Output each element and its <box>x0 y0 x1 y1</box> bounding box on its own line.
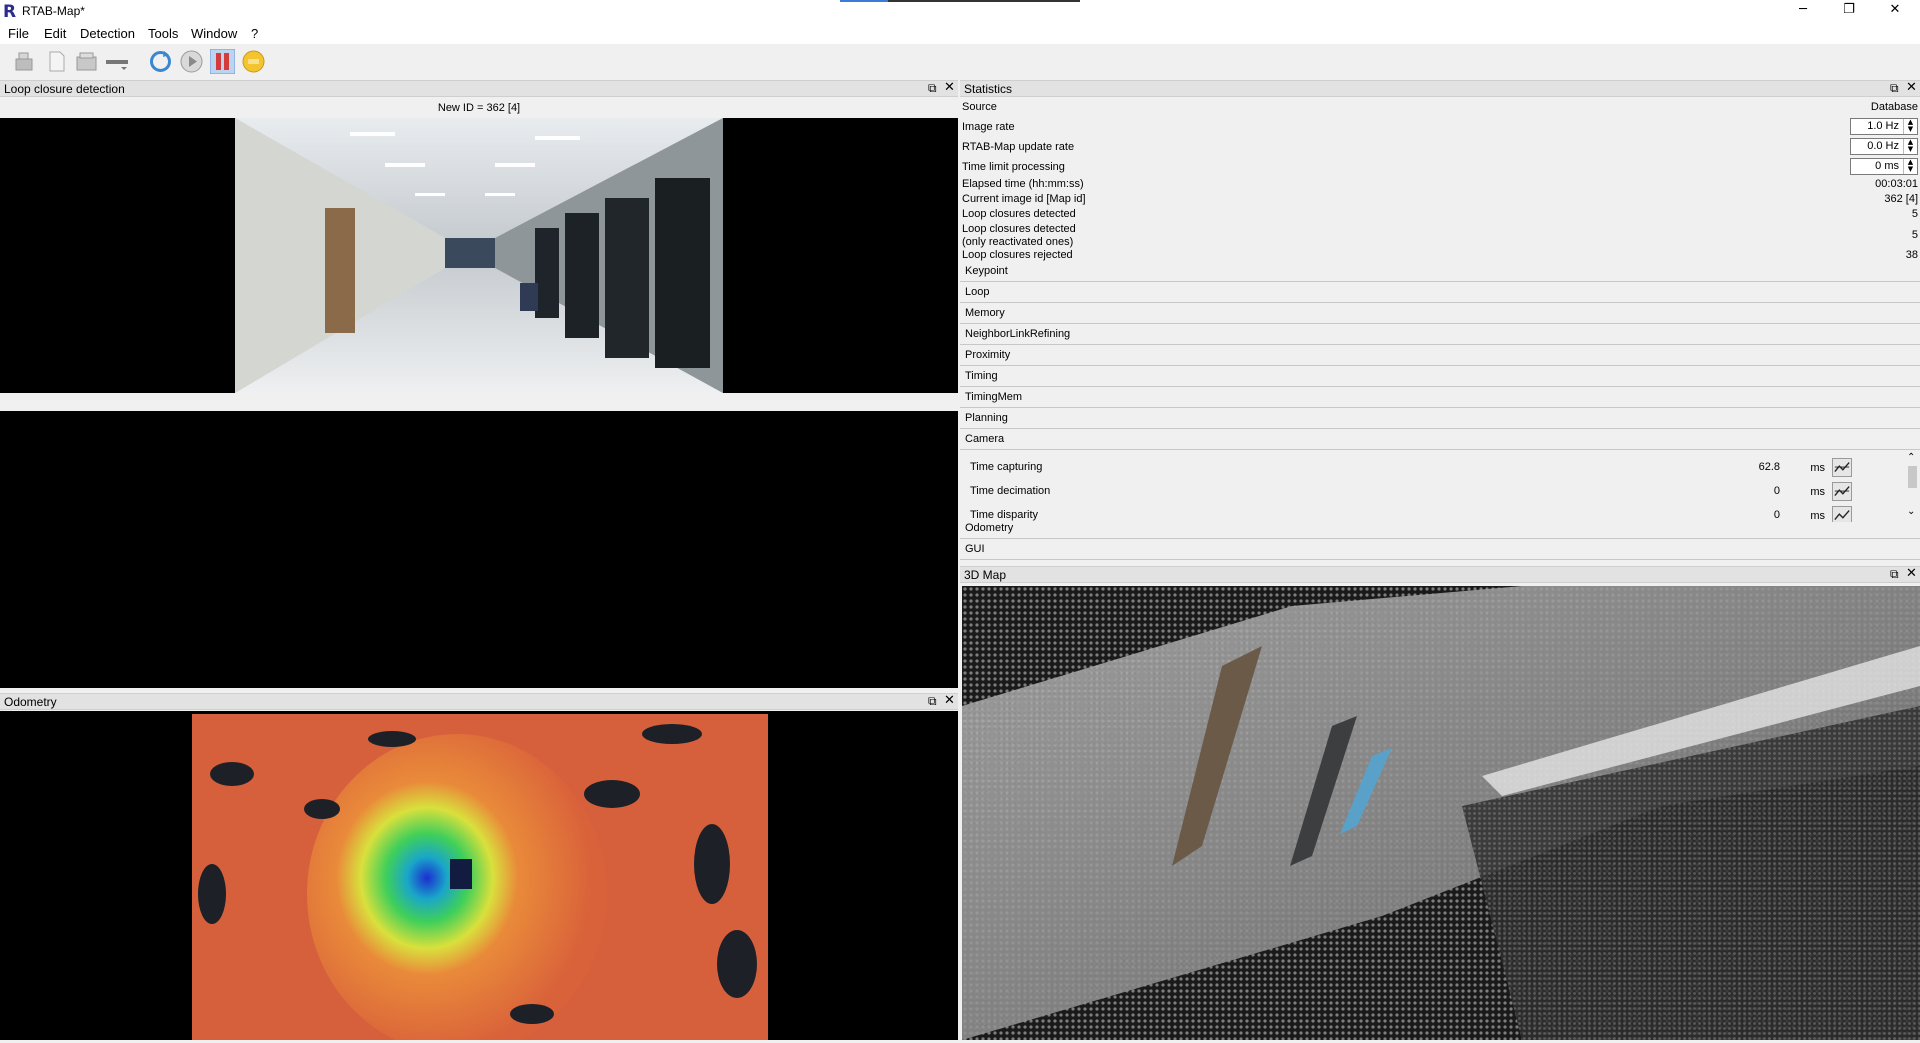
new-id-label: New ID = 362 [4] <box>0 98 958 118</box>
new-database-icon[interactable] <box>44 49 69 74</box>
float-dock-icon[interactable]: ⧉ <box>928 81 937 96</box>
section-gui[interactable]: GUI <box>960 539 1920 560</box>
camera-stats-list: Time capturing 62.8 ms Time decimation 0… <box>960 450 1920 522</box>
stat-update-rate: RTAB-Map update rate 0.0 Hz ▲ ▼ <box>962 138 1918 155</box>
stat-loops-detected: Loop closures detected 5 <box>962 208 1918 220</box>
play-icon[interactable] <box>179 49 204 74</box>
map3d-dock-title[interactable]: 3D Map ⧉ ✕ <box>960 566 1920 583</box>
float-dock-icon[interactable]: ⧉ <box>928 694 937 709</box>
plot-graph-icon[interactable] <box>1832 458 1852 477</box>
app-logo-icon: R <box>3 2 17 22</box>
stop-icon[interactable] <box>241 49 266 74</box>
menu-file[interactable]: File <box>8 26 29 41</box>
window-title: RTAB-Map* <box>22 4 85 18</box>
plot-graph-icon[interactable] <box>1832 482 1852 501</box>
section-proximity[interactable]: Proximity <box>960 345 1920 366</box>
section-keypoint[interactable]: Keypoint <box>960 261 1920 282</box>
statistics-dock-label: Statistics <box>964 82 1013 96</box>
point-cloud-render <box>962 586 1920 1040</box>
loop-closure-separator <box>0 393 958 411</box>
camera-list-scrollbar[interactable]: ⌃ ⌄ <box>1904 450 1920 522</box>
menu-window[interactable]: Window <box>191 26 237 41</box>
odometry-dock-label: Odometry <box>4 695 57 709</box>
loop-closure-dock-title[interactable]: Loop closure detection ⧉ ✕ <box>0 80 958 97</box>
plot-graph-icon[interactable] <box>1832 506 1852 522</box>
camera-item-time-capturing: Time capturing 62.8 ms <box>960 456 1920 480</box>
restore-button[interactable]: ❐ <box>1826 0 1872 22</box>
statistics-dock-title[interactable]: Statistics ⧉ ✕ <box>960 80 1920 97</box>
stat-elapsed-time: Elapsed time (hh:mm:ss) 00:03:01 <box>962 178 1918 190</box>
map3d-view[interactable] <box>962 586 1920 1040</box>
map3d-dock-label: 3D Map <box>964 568 1007 582</box>
float-dock-icon[interactable]: ⧉ <box>1890 567 1899 582</box>
title-bar: R RTAB-Map* ─ ❐ ✕ <box>0 0 1920 23</box>
time-limit-spinbox[interactable]: 0 ms ▲ ▼ <box>1850 158 1918 175</box>
stat-loops-reactivated: Loop closures detected (only reactivated… <box>962 223 1918 248</box>
open-database-icon[interactable] <box>12 49 37 74</box>
section-planning[interactable]: Planning <box>960 408 1920 429</box>
odometry-image-view[interactable] <box>0 711 958 1040</box>
image-rate-spinbox[interactable]: 1.0 Hz ▲ ▼ <box>1850 118 1918 135</box>
section-timing-mem[interactable]: TimingMem <box>960 387 1920 408</box>
close-dock-icon[interactable]: ✕ <box>1906 80 1917 95</box>
section-timing[interactable]: Timing <box>960 366 1920 387</box>
loop-closure-image-view[interactable] <box>0 118 958 393</box>
camera-item-time-decimation: Time decimation 0 ms <box>960 480 1920 504</box>
section-loop[interactable]: Loop <box>960 282 1920 303</box>
menu-edit[interactable]: Edit <box>44 26 66 41</box>
section-camera[interactable]: Camera <box>960 429 1920 450</box>
spin-arrows[interactable]: ▲ ▼ <box>1903 139 1917 154</box>
close-window-button[interactable]: ✕ <box>1872 0 1918 22</box>
spin-arrows[interactable]: ▲ ▼ <box>1903 119 1917 134</box>
loop-closure-dock-label: Loop closure detection <box>4 82 125 96</box>
loop-closure-match-view[interactable] <box>0 411 958 688</box>
edit-database-icon[interactable] <box>104 49 129 74</box>
scroll-up-icon[interactable]: ⌃ <box>1907 452 1915 463</box>
menu-detection[interactable]: Detection <box>80 26 135 41</box>
close-dock-icon[interactable]: ✕ <box>944 80 955 95</box>
stat-source: Source Database <box>962 101 1918 113</box>
float-dock-icon[interactable]: ⧉ <box>1890 81 1899 96</box>
spin-arrows[interactable]: ▲ ▼ <box>1903 159 1917 174</box>
depth-overlay-image <box>192 714 768 1040</box>
update-rate-spinbox[interactable]: 0.0 Hz ▲ ▼ <box>1850 138 1918 155</box>
scroll-down-icon[interactable]: ⌄ <box>1907 506 1915 517</box>
title-progress-line <box>840 0 1080 2</box>
close-dock-icon[interactable]: ✕ <box>1906 566 1917 581</box>
menu-tools[interactable]: Tools <box>148 26 178 41</box>
stat-image-rate: Image rate 1.0 Hz ▲ ▼ <box>962 118 1918 135</box>
minimize-button[interactable]: ─ <box>1780 0 1826 22</box>
main-toolbar <box>0 44 1920 78</box>
menu-bar: File Edit Detection Tools Window ? <box>0 23 1920 44</box>
section-neighbor-link-refining[interactable]: NeighborLinkRefining <box>960 324 1920 345</box>
close-database-icon[interactable] <box>74 49 99 74</box>
trigger-new-map-icon[interactable] <box>148 49 173 74</box>
corridor-rgb-image <box>235 118 723 393</box>
section-memory[interactable]: Memory <box>960 303 1920 324</box>
stat-current-id: Current image id [Map id] 362 [4] <box>962 193 1918 205</box>
stat-time-limit: Time limit processing 0 ms ▲ ▼ <box>962 158 1918 175</box>
close-dock-icon[interactable]: ✕ <box>944 693 955 708</box>
scroll-thumb[interactable] <box>1908 466 1917 488</box>
odometry-dock-title[interactable]: Odometry ⧉ ✕ <box>0 693 958 710</box>
menu-help[interactable]: ? <box>251 26 258 41</box>
pause-icon[interactable] <box>210 49 235 74</box>
camera-item-time-disparity: Time disparity 0 ms <box>960 504 1920 522</box>
